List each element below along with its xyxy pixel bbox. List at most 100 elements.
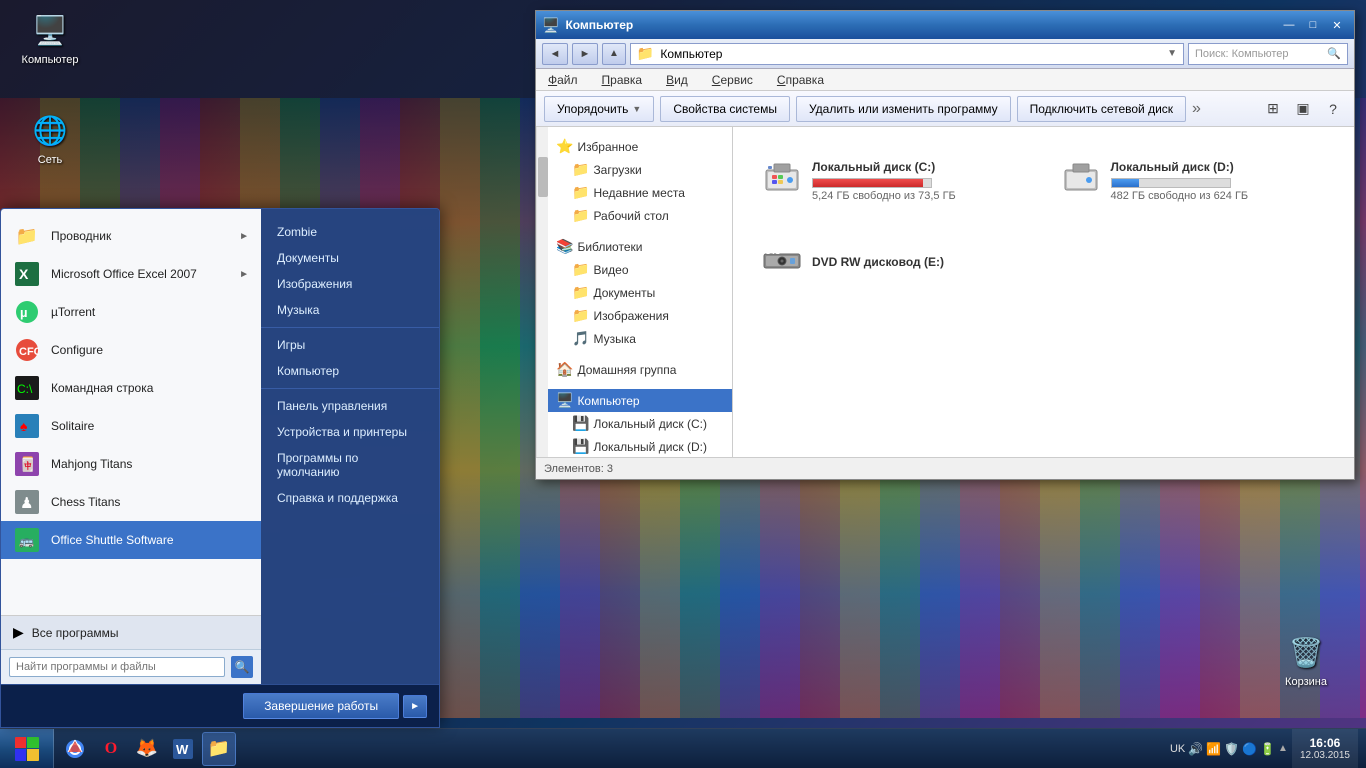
right-devices[interactable]: Устройства и принтеры [261, 419, 439, 445]
shutdown-button[interactable]: Завершение работы [243, 693, 399, 719]
address-bar[interactable]: 📁 Компьютер ▼ [630, 43, 1184, 65]
start-button[interactable] [0, 729, 54, 768]
tree-item-images[interactable]: 📁 Изображения [548, 304, 732, 327]
tree-item-libraries[interactable]: 📚 Библиотеки [548, 235, 732, 258]
uninstall-button[interactable]: Удалить или изменить программу [796, 96, 1011, 122]
preview-pane-button[interactable]: ▣ [1290, 96, 1316, 122]
right-documents[interactable]: Документы [261, 245, 439, 271]
network-drive-button[interactable]: Подключить сетевой диск [1017, 96, 1186, 122]
right-music[interactable]: Музыка [261, 297, 439, 323]
explorer-app-name: Проводник [51, 229, 111, 243]
svg-text:W: W [176, 742, 189, 757]
app-mahjong[interactable]: 🀄 Mahjong Titans [1, 445, 261, 483]
search-text: Поиск: Компьютер [1195, 48, 1289, 60]
right-computer[interactable]: Компьютер [261, 358, 439, 384]
right-images[interactable]: Изображения [261, 271, 439, 297]
video-icon: 📁 [572, 261, 589, 278]
right-control-panel[interactable]: Панель управления [261, 388, 439, 419]
up-button[interactable]: ▲ [602, 43, 626, 65]
tree-item-desktop[interactable]: 📁 Рабочий стол [548, 204, 732, 227]
clock[interactable]: 16:06 12.03.2015 [1292, 729, 1358, 768]
tree-item-d[interactable]: 💾 Локальный диск (D:) [548, 435, 732, 457]
taskbar-word[interactable]: W [166, 732, 200, 766]
menu-help[interactable]: Справка [773, 71, 828, 89]
system-tray: UK 🔊 📶 🛡️ 🔵 🔋 ▲ 16:06 12.03.2015 [1162, 729, 1366, 768]
desktop-icon-computer[interactable]: 🖥️ Компьютер [10, 10, 90, 66]
desktop-icon-recycle[interactable]: 🗑️ Корзина [1266, 632, 1346, 688]
drive-d-bar [1111, 178, 1231, 188]
drive-c-icon [762, 156, 802, 205]
minimize-button[interactable]: — [1278, 16, 1300, 34]
drive-c-name: Локальный диск (C:) [812, 160, 956, 174]
tree-item-recent[interactable]: 📁 Недавние места [548, 181, 732, 204]
tree-item-computer[interactable]: 🖥️ Компьютер [548, 389, 732, 412]
tree-item-favorites[interactable]: ⭐ Избранное [548, 135, 732, 158]
tree-item-c[interactable]: 💾 Локальный диск (C:) [548, 412, 732, 435]
tree-item-homegroup[interactable]: 🏠 Домашняя группа [548, 358, 732, 381]
right-defaults[interactable]: Программы по умолчанию [261, 445, 439, 485]
window-toolbar: ◄ ► ▲ 📁 Компьютер ▼ Поиск: Компьютер 🔍 [536, 39, 1354, 69]
network-drive-label: Подключить сетевой диск [1030, 102, 1173, 116]
taskbar-chrome[interactable] [58, 732, 92, 766]
computer-icon-label: Компьютер [22, 54, 79, 66]
organize-button[interactable]: Упорядочить ▼ [544, 96, 654, 122]
app-solitaire[interactable]: ♠ Solitaire [1, 407, 261, 445]
drive-c-item[interactable]: Локальный диск (C:) 5,24 ГБ свободно из … [753, 147, 1036, 214]
dvd-e-item[interactable]: DVD DVD RW дисковод (E:) [753, 230, 1036, 297]
search-bar[interactable]: Поиск: Компьютер 🔍 [1188, 43, 1348, 65]
app-utorrent[interactable]: µ µTorrent [1, 293, 261, 331]
right-games[interactable]: Игры [261, 327, 439, 358]
drive-d-tree-icon: 💾 [572, 438, 589, 455]
taskbar-firefox[interactable]: 🦊 [130, 732, 164, 766]
close-button[interactable]: ✕ [1326, 16, 1348, 34]
taskbar-opera[interactable]: O [94, 732, 128, 766]
tray-icon-shield: 🛡️ [1224, 742, 1239, 756]
more-commands-icon[interactable]: » [1192, 100, 1201, 118]
tree-item-documents[interactable]: 📁 Документы [548, 281, 732, 304]
search-input[interactable] [9, 657, 225, 677]
lang-indicator: UK [1170, 743, 1185, 755]
status-text: Элементов: 3 [544, 463, 613, 475]
system-properties-button[interactable]: Свойства системы [660, 96, 790, 122]
menu-file[interactable]: Файл [544, 71, 582, 89]
app-configure[interactable]: CFG Configure [1, 331, 261, 369]
tree-item-video[interactable]: 📁 Видео [548, 258, 732, 281]
drive-d-item[interactable]: Локальный диск (D:) 482 ГБ свободно из 6… [1052, 147, 1335, 214]
taskbar-apps: O 🦊 W 📁 [54, 729, 240, 768]
right-help[interactable]: Справка и поддержка [261, 485, 439, 511]
images-label: Изображения [593, 309, 668, 323]
app-shuttle[interactable]: 🚌 Office Shuttle Software [1, 521, 261, 559]
app-chess[interactable]: ♟ Chess Titans [1, 483, 261, 521]
show-hidden-icons[interactable]: ▲ [1278, 743, 1288, 754]
menu-tools[interactable]: Сервис [708, 71, 757, 89]
drive-c-tree-icon: 💾 [572, 415, 589, 432]
nav-scrollbar[interactable] [536, 127, 548, 457]
taskbar-explorer[interactable]: 📁 [202, 732, 236, 766]
drive-c-bar [812, 178, 932, 188]
shutdown-options-button[interactable]: ► [403, 695, 427, 718]
search-submit-button[interactable]: 🔍 [231, 656, 253, 678]
tree-item-downloads[interactable]: 📁 Загрузки [548, 158, 732, 181]
details-pane-button[interactable]: ⊞ [1260, 96, 1286, 122]
tree-item-music[interactable]: 🎵 Музыка [548, 327, 732, 350]
right-zombie[interactable]: Zombie [261, 219, 439, 245]
clock-date: 12.03.2015 [1300, 750, 1350, 761]
computer-tree-icon: 🖥️ [556, 392, 573, 409]
menu-edit[interactable]: Правка [598, 71, 647, 89]
app-excel[interactable]: X Microsoft Office Excel 2007 ► [1, 255, 261, 293]
shuttle-app-name: Office Shuttle Software [51, 533, 174, 547]
forward-button[interactable]: ► [572, 43, 598, 65]
shuttle-app-icon: 🚌 [13, 526, 41, 554]
app-explorer[interactable]: 📁 Проводник ► [1, 217, 261, 255]
all-programs-button[interactable]: ▶ Все программы [1, 616, 261, 649]
app-cmd[interactable]: C:\ Командная строка [1, 369, 261, 407]
mahjong-app-icon: 🀄 [13, 450, 41, 478]
desktop-icon-network[interactable]: 🌐 Сеть [10, 110, 90, 166]
maximize-button[interactable]: □ [1302, 16, 1324, 34]
favorites-label: Избранное [577, 140, 638, 154]
homegroup-label: Домашняя группа [577, 363, 676, 377]
back-button[interactable]: ◄ [542, 43, 568, 65]
menu-view[interactable]: Вид [662, 71, 692, 89]
favorites-icon: ⭐ [556, 138, 573, 155]
help-button[interactable]: ? [1320, 96, 1346, 122]
